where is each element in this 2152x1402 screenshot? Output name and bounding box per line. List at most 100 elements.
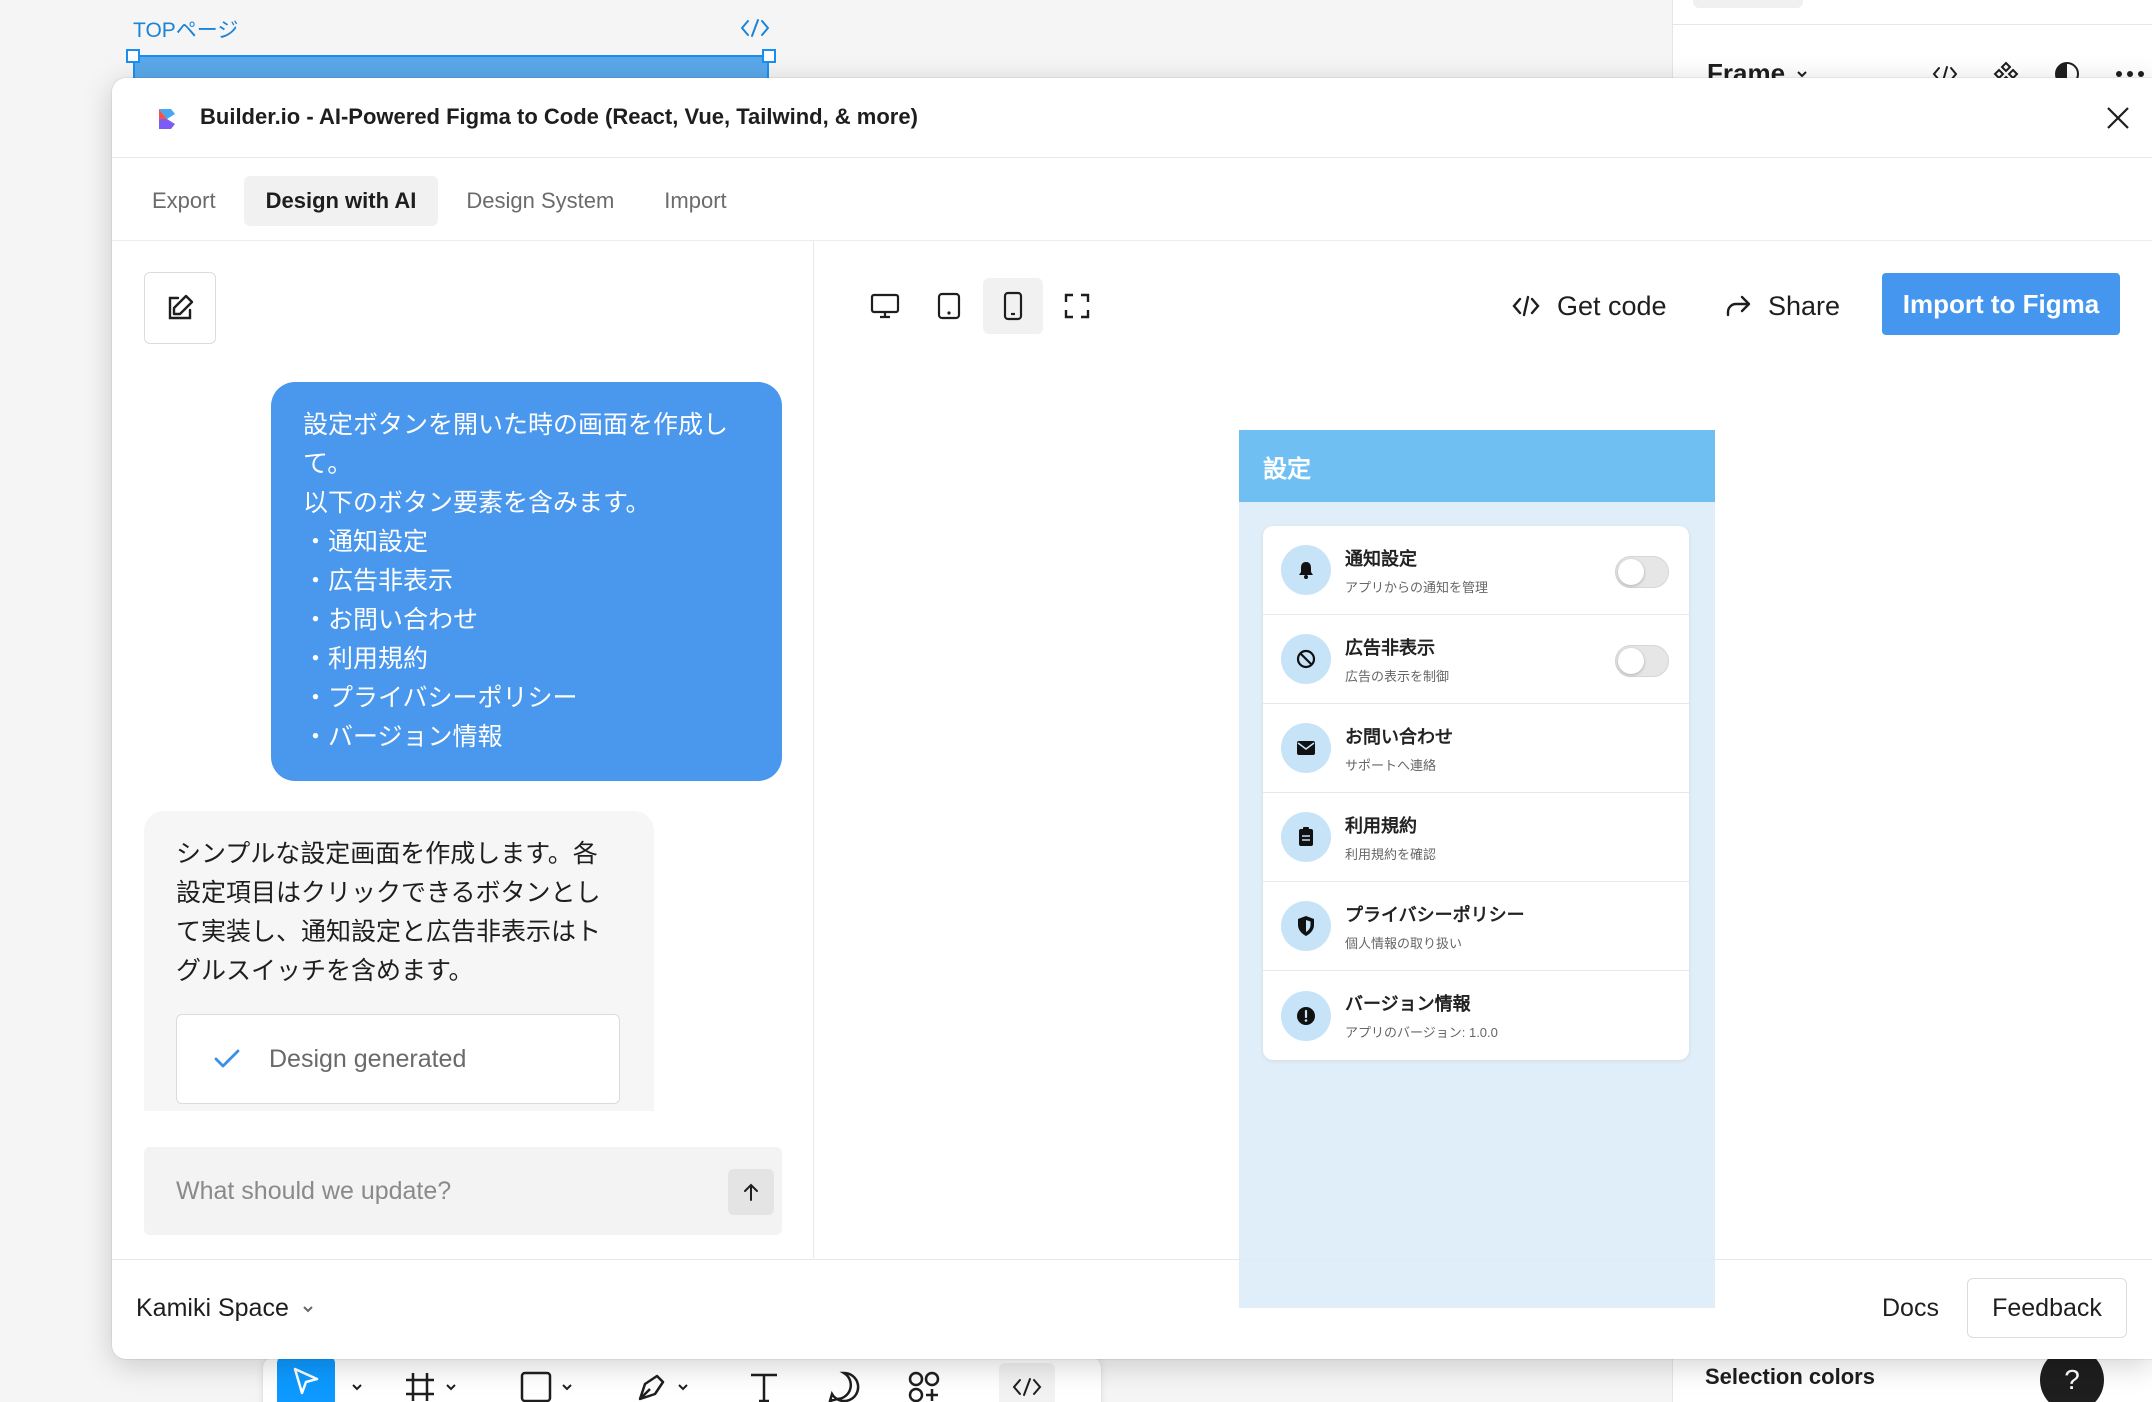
settings-item-title: 通知設定 <box>1345 548 1417 569</box>
block-icon <box>1281 634 1331 684</box>
cursor-icon <box>293 1367 319 1395</box>
viewport-switcher <box>855 278 1111 334</box>
workspace-name: Kamiki Space <box>136 1294 289 1322</box>
design-generated-card[interactable]: Design generated <box>176 1014 620 1104</box>
actions-tool[interactable] <box>907 1357 941 1402</box>
tab-design-with-ai[interactable]: Design with AI <box>243 176 439 226</box>
settings-item-hide-ads[interactable]: 広告非表示 広告の表示を制御 <box>1263 615 1689 704</box>
chat-panel: 設定ボタンを開いた時の画面を作成して。 以下のボタン要素を含みます。 ・通知設定… <box>112 241 814 1258</box>
desktop-view-button[interactable] <box>855 278 915 334</box>
bell-icon <box>1281 545 1331 595</box>
settings-item-privacy[interactable]: プライバシーポリシー 個人情報の取り扱い <box>1263 882 1689 971</box>
chevron-down-icon <box>446 1384 456 1391</box>
resize-handle[interactable] <box>762 49 776 63</box>
toggle-knob <box>1618 648 1644 674</box>
canvas-frame-label[interactable]: TOPページ <box>133 14 238 44</box>
code-icon <box>1012 1378 1042 1396</box>
tab-import[interactable]: Import <box>642 176 748 226</box>
comment-tool[interactable] <box>827 1357 861 1402</box>
chevron-down-icon <box>678 1384 688 1391</box>
plugin-tabs: Export Design with AI Design System Impo… <box>130 176 749 226</box>
move-tool-dropdown[interactable] <box>351 1357 363 1402</box>
shape-tool[interactable] <box>519 1357 573 1402</box>
mobile-icon <box>1003 291 1023 321</box>
panel-tab-strip <box>1693 0 1803 8</box>
settings-item-title: お問い合わせ <box>1345 726 1453 747</box>
chevron-down-icon <box>562 1384 572 1391</box>
close-icon[interactable] <box>2104 104 2132 132</box>
share-button[interactable]: Share <box>1708 277 1856 335</box>
preview-panel: Get code Share Import to Figma 設定 通知設定 ア… <box>815 241 2152 1308</box>
get-code-label: Get code <box>1557 290 1667 321</box>
builder-plugin-modal: Builder.io - AI-Powered Figma to Code (R… <box>112 78 2152 1359</box>
modal-footer: Kamiki Space Docs Feedback <box>112 1259 2152 1359</box>
settings-item-contact[interactable]: お問い合わせ サポートへ連絡 <box>1263 704 1689 793</box>
info-icon <box>1281 990 1331 1041</box>
docs-link[interactable]: Docs <box>1882 1294 1939 1323</box>
settings-item-version[interactable]: バージョン情報 アプリのバージョン: 1.0.0 <box>1263 971 1689 1060</box>
dev-mode-toggle[interactable] <box>999 1363 1055 1402</box>
shield-icon <box>1281 901 1331 951</box>
desktop-icon <box>870 293 900 319</box>
mobile-preview: 設定 通知設定 アプリからの通知を管理 広告非表示 広告の表示を制御 お問い合わ… <box>1239 430 1715 1308</box>
notifications-toggle[interactable] <box>1615 556 1669 588</box>
apps-icon <box>908 1371 940 1402</box>
tab-export[interactable]: Export <box>130 176 238 226</box>
feedback-button[interactable]: Feedback <box>1967 1278 2127 1338</box>
code-icon <box>1512 295 1540 317</box>
settings-item-subtitle: 広告の表示を制御 <box>1345 668 1450 684</box>
mobile-view-button[interactable] <box>983 278 1043 334</box>
settings-item-subtitle: サポートへ連絡 <box>1345 757 1437 773</box>
rectangle-icon <box>520 1371 552 1402</box>
hide-ads-toggle[interactable] <box>1615 645 1669 677</box>
user-message: 設定ボタンを開いた時の画面を作成して。 以下のボタン要素を含みます。 ・通知設定… <box>271 382 782 781</box>
builder-logo-icon <box>156 107 178 131</box>
frame-tool[interactable] <box>403 1357 457 1402</box>
prompt-box <box>144 1147 782 1235</box>
move-tool[interactable] <box>277 1357 335 1402</box>
settings-header: 設定 <box>1239 430 1715 502</box>
fullscreen-icon <box>1064 293 1090 319</box>
design-status: Design generated <box>269 1044 467 1073</box>
text-tool[interactable] <box>747 1357 781 1402</box>
arrow-up-icon <box>744 1183 758 1201</box>
toggle-knob <box>1618 559 1644 585</box>
selection-colors-heading: Selection colors <box>1705 1364 1875 1389</box>
import-to-figma-button[interactable]: Import to Figma <box>1882 273 2120 335</box>
edit-icon <box>168 294 194 320</box>
prompt-input[interactable] <box>144 1147 704 1235</box>
resize-handle[interactable] <box>126 49 140 63</box>
settings-item-title: 広告非表示 <box>1345 637 1435 658</box>
figma-toolbar <box>262 1356 1102 1402</box>
send-button[interactable] <box>728 1169 774 1215</box>
tablet-icon <box>937 292 961 320</box>
divider <box>1673 24 2152 25</box>
settings-item-subtitle: アプリのバージョン: 1.0.0 <box>1345 1025 1498 1040</box>
pen-tool[interactable] <box>635 1357 689 1402</box>
chevron-down-icon <box>1795 69 1809 79</box>
tab-design-system[interactable]: Design System <box>444 176 636 226</box>
modal-title: Builder.io - AI-Powered Figma to Code (R… <box>200 104 918 129</box>
frame-icon <box>406 1373 434 1401</box>
modal-header: Builder.io - AI-Powered Figma to Code (R… <box>112 78 2152 158</box>
check-icon <box>214 1049 240 1068</box>
document-icon <box>1281 812 1331 862</box>
tablet-view-button[interactable] <box>919 278 979 334</box>
comment-icon <box>828 1371 860 1402</box>
share-icon <box>1726 295 1751 317</box>
ai-response: シンプルな設定画面を作成します。各設定項目はクリックできるボタンとして実装し、通… <box>144 811 654 1111</box>
fullscreen-button[interactable] <box>1047 278 1107 334</box>
more-icon[interactable] <box>2115 70 2145 78</box>
share-label: Share <box>1768 290 1841 321</box>
code-icon[interactable] <box>740 18 770 38</box>
new-chat-button[interactable] <box>144 272 216 344</box>
workspace-dropdown[interactable]: Kamiki Space <box>136 1294 315 1323</box>
get-code-button[interactable]: Get code <box>1495 277 1683 335</box>
mail-icon <box>1281 723 1331 773</box>
settings-item-notifications[interactable]: 通知設定 アプリからの通知を管理 <box>1263 526 1689 615</box>
settings-item-subtitle: アプリからの通知を管理 <box>1345 579 1489 595</box>
settings-item-title: プライバシーポリシー <box>1345 904 1525 925</box>
settings-item-subtitle: 利用規約を確認 <box>1345 846 1437 862</box>
settings-item-terms[interactable]: 利用規約 利用規約を確認 <box>1263 793 1689 882</box>
settings-item-title: バージョン情報 <box>1345 994 1471 1014</box>
